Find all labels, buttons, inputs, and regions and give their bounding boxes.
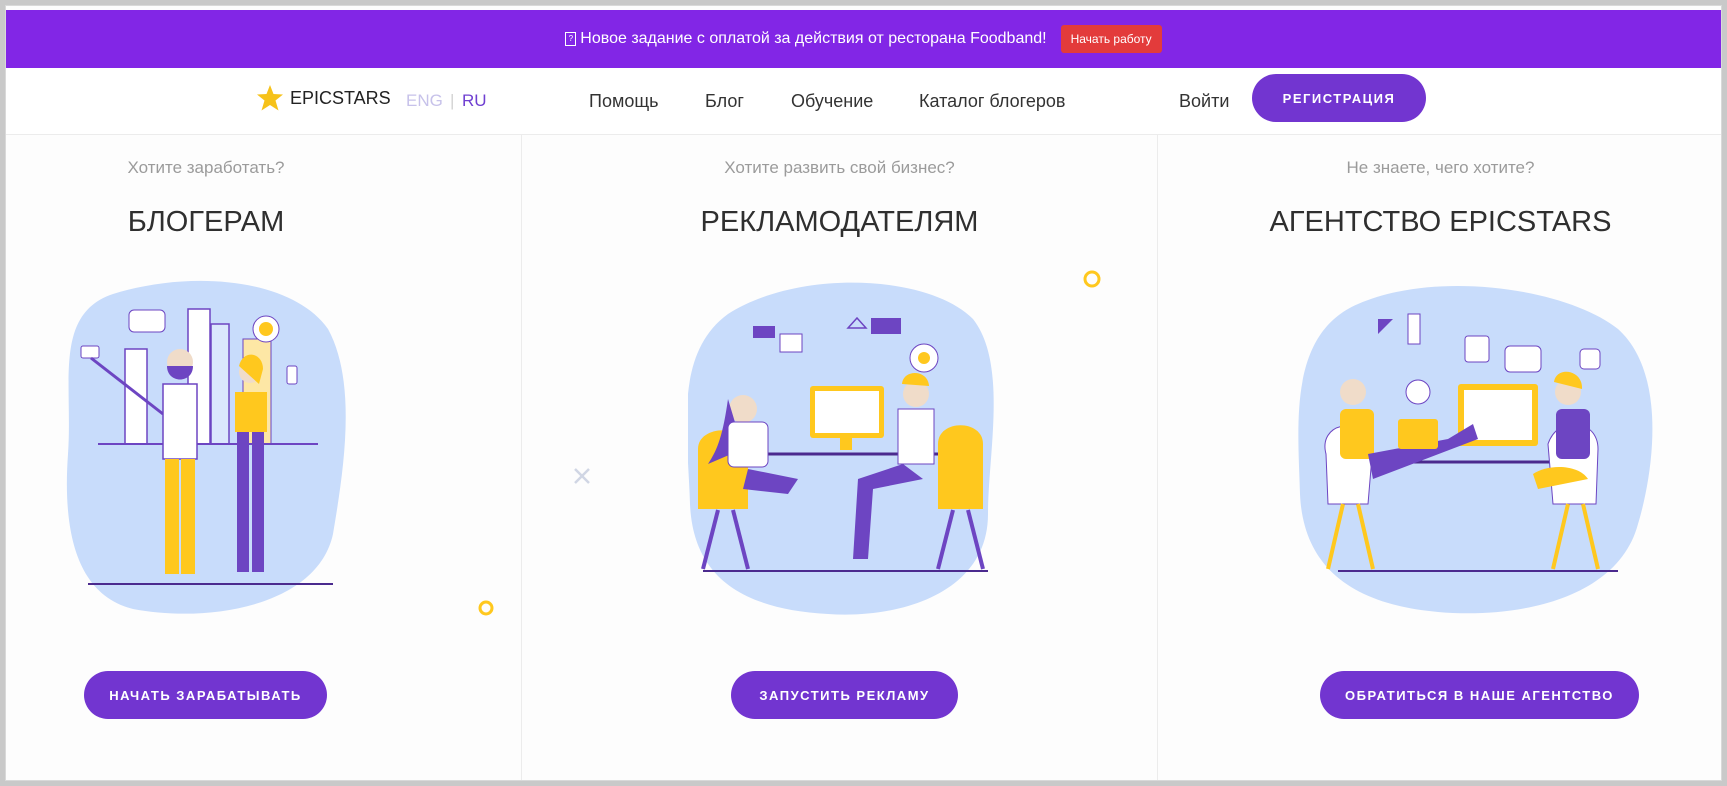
nav-blog[interactable]: Блог <box>705 91 744 112</box>
agency-subtitle: Не знаете, чего хотите? <box>1346 158 1535 177</box>
agency-column: Не знаете, чего хотите? АГЕНТСТВО EPICST… <box>1158 134 1721 780</box>
promo-text: Новое задание с оплатой за действия от р… <box>580 30 1047 47</box>
lang-eng-link[interactable]: ENG <box>406 91 443 111</box>
top-navigation: EPICSTARS ENG | RU Помощь Блог Обучение … <box>6 68 1721 135</box>
lang-ru-link[interactable]: RU <box>462 91 487 111</box>
advertisers-title: РЕКЛАМОДАТЕЛЯМ <box>700 206 979 238</box>
bloggers-illustration <box>66 280 346 614</box>
ring-decoration <box>478 600 494 616</box>
agency-title: АГЕНТСТВО EPICSTARS <box>1269 206 1612 238</box>
promo-banner: ? Новое задание с оплатой за действия от… <box>6 10 1721 68</box>
promo-start-button[interactable]: Начать работу <box>1060 25 1162 53</box>
start-earning-button[interactable]: НАЧАТЬ ЗАРАБАТЫВАТЬ <box>84 671 327 719</box>
cross-decoration <box>574 468 590 484</box>
bloggers-column: Хотите заработать? БЛОГЕРАМ НАЧАТЬ ЗАРАБ… <box>6 134 406 780</box>
nav-help[interactable]: Помощь <box>589 91 659 112</box>
advertisers-subtitle: Хотите развить свой бизнес? <box>724 158 955 177</box>
register-button[interactable]: РЕГИСТРАЦИЯ <box>1252 74 1426 122</box>
nav-blogger-catalog[interactable]: Каталог блогеров <box>919 91 1065 112</box>
lang-separator: | <box>450 91 455 110</box>
contact-agency-button[interactable]: ОБРАТИТЬСЯ В НАШЕ АГЕНТСТВО <box>1320 671 1639 719</box>
agency-illustration <box>1298 285 1653 614</box>
nav-learning[interactable]: Обучение <box>791 91 873 112</box>
bloggers-title: БЛОГЕРАМ <box>127 206 285 238</box>
launch-ads-button[interactable]: ЗАПУСТИТЬ РЕКЛАМУ <box>731 671 958 719</box>
login-link[interactable]: Войти <box>1179 91 1229 112</box>
advertisers-illustration <box>688 282 994 615</box>
logo[interactable]: EPICSTARS <box>256 84 391 112</box>
star-icon <box>257 85 283 111</box>
gift-icon: ? <box>565 32 577 46</box>
ring-decoration <box>1083 270 1101 288</box>
bloggers-subtitle: Хотите заработать? <box>127 158 285 177</box>
browser-page: ? Новое задание с оплатой за действия от… <box>5 5 1722 781</box>
logo-text: EPICSTARS <box>290 87 391 108</box>
advertisers-column: Хотите развить свой бизнес? РЕКЛАМОДАТЕЛ… <box>522 134 1157 780</box>
